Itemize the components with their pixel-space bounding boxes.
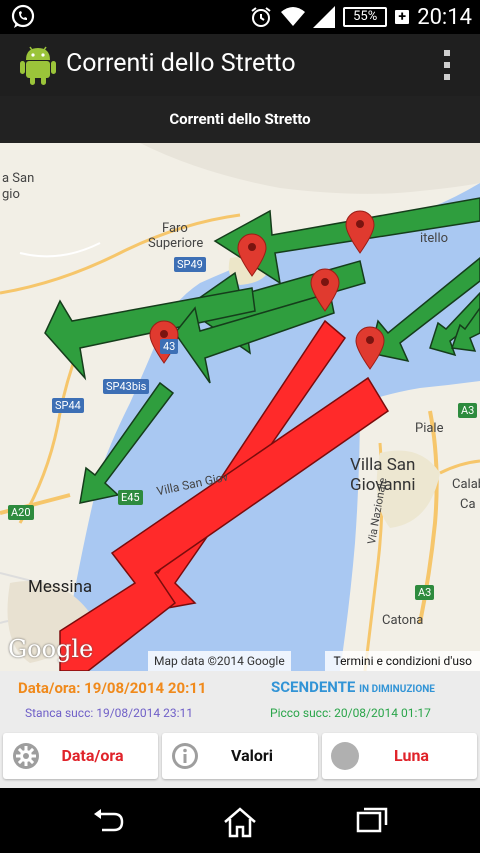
map-label-cannitello: itello bbox=[420, 231, 449, 246]
overflow-menu-icon[interactable] bbox=[442, 50, 452, 80]
next-peak: Picco succ: 20/08/2014 01:17 bbox=[270, 706, 431, 720]
wifi-icon bbox=[281, 7, 306, 26]
screen: 55% + 20:14 Correnti dello Stretto Corre… bbox=[0, 0, 480, 853]
battery-icon: 55% bbox=[343, 7, 388, 27]
marker-pin-icon[interactable] bbox=[345, 210, 375, 254]
valori-button[interactable]: Valori bbox=[162, 733, 318, 779]
map-terms-link[interactable]: Termini e condizioni d'uso bbox=[325, 651, 480, 671]
map-copyright: Map data ©2014 Google bbox=[148, 651, 291, 671]
road-shield-a20: A20 bbox=[8, 505, 34, 520]
road-shield-sp43: 43 bbox=[160, 339, 179, 354]
map-label-villa-san: Villa San bbox=[350, 455, 416, 475]
map-label-san: a San bbox=[2, 171, 35, 186]
home-icon[interactable] bbox=[222, 806, 258, 838]
data-ora-button[interactable]: Data/ora bbox=[3, 733, 158, 779]
map-label-ca: Ca bbox=[460, 497, 476, 512]
road-shield-sp49: SP49 bbox=[174, 257, 206, 272]
app-title: Correnti dello Stretto bbox=[66, 49, 296, 78]
whatsapp-icon bbox=[11, 4, 35, 28]
road-shield-e45: E45 bbox=[118, 490, 143, 505]
map-view[interactable]: a San gio Faro Superiore itello Villa Sa… bbox=[0, 143, 480, 671]
current-direction: SCENDENTE IN DIMINUZIONE bbox=[271, 678, 435, 696]
road-shield-sp43bis: SP43bis bbox=[103, 379, 150, 394]
navigation-bar bbox=[0, 788, 480, 853]
road-shield-sp44: SP44 bbox=[52, 398, 84, 413]
signal-icon bbox=[313, 6, 336, 28]
road-shield-a3-top: A3 bbox=[458, 403, 478, 418]
page-title: Correnti dello Stretto bbox=[0, 96, 480, 143]
valori-label: Valori bbox=[230, 746, 273, 765]
charging-icon: + bbox=[395, 10, 410, 24]
direction-label: SCENDENTE bbox=[271, 678, 356, 696]
recents-icon[interactable] bbox=[355, 806, 389, 834]
map-label-catona: Catona bbox=[382, 613, 424, 628]
info-panel: Data/ora: 19/08/2014 20:11 SCENDENTE IN … bbox=[0, 671, 480, 788]
status-bar: 55% + 20:14 bbox=[0, 0, 480, 34]
action-bar: Correnti dello Stretto bbox=[0, 34, 480, 96]
map-label-calab: Calab bbox=[452, 477, 480, 492]
direction-sub-label: IN DIMINUZIONE bbox=[359, 684, 435, 695]
google-logo: Google bbox=[8, 635, 94, 663]
next-slack: Stanca succ: 19/08/2014 23:11 bbox=[25, 706, 193, 720]
clock: 20:14 bbox=[417, 4, 472, 30]
road-shield-a3-mid: A3 bbox=[415, 585, 435, 600]
current-datetime: Data/ora: 19/08/2014 20:11 bbox=[18, 679, 207, 697]
map-label-faro: Faro bbox=[162, 221, 188, 236]
marker-pin-icon[interactable] bbox=[355, 326, 385, 370]
alarm-icon bbox=[251, 7, 271, 27]
android-icon bbox=[20, 46, 56, 85]
luna-label: Luna bbox=[394, 746, 429, 765]
data-ora-label: Data/ora bbox=[61, 746, 124, 765]
luna-button[interactable]: Luna bbox=[322, 733, 477, 779]
back-icon[interactable] bbox=[92, 806, 124, 834]
map-label-piale: Piale bbox=[415, 421, 444, 436]
map-label-gio: gio bbox=[2, 187, 20, 202]
map-label-superiore: Superiore bbox=[148, 236, 204, 251]
map-label-messina: Messina bbox=[28, 577, 93, 597]
